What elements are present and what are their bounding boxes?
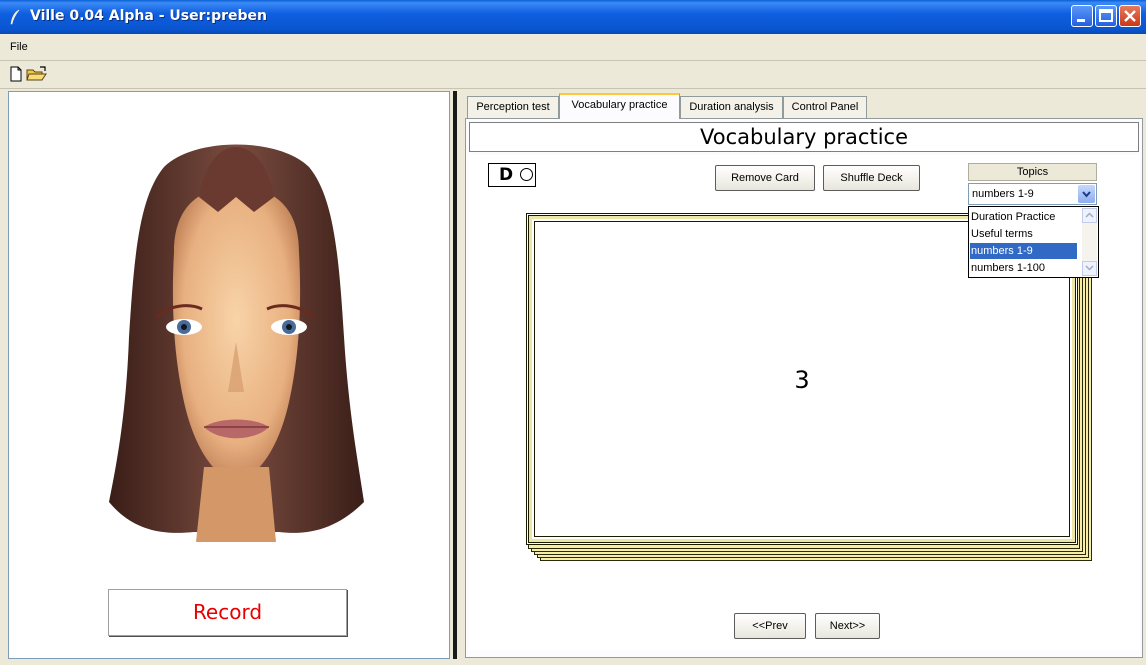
topics-list[interactable]: Duration Practice Useful terms numbers 1… [968,206,1099,278]
tab-vocabulary-practice[interactable]: Vocabulary practice [559,93,680,119]
minimize-icon [1077,19,1085,22]
topics-select[interactable]: numbers 1-9 [968,183,1097,205]
toolbar [0,62,1146,89]
topics-option-duration-practice[interactable]: Duration Practice [970,209,1077,225]
tab-duration-analysis[interactable]: Duration analysis [680,96,783,118]
circle-icon [520,168,533,181]
prev-button[interactable]: <<Prev [734,613,806,639]
topics-option-numbers-1-9[interactable]: numbers 1-9 [970,243,1077,259]
indicator-letter: D [499,165,514,185]
new-document-icon[interactable] [9,66,23,82]
close-button[interactable] [1119,5,1141,27]
record-button[interactable]: Record [108,589,347,636]
tab-control-panel[interactable]: Control Panel [783,96,867,118]
open-folder-icon[interactable] [26,66,48,82]
chevron-down-icon [1082,191,1091,198]
avatar-panel [8,91,450,659]
topics-selected-value: numbers 1-9 [972,188,1034,200]
next-button[interactable]: Next>> [815,613,880,639]
menu-bar: File [0,38,1146,61]
card-value: 3 [794,366,810,394]
topics-option-numbers-1-100[interactable]: numbers 1-100 [970,260,1077,276]
maximize-button[interactable] [1095,5,1117,27]
maximize-icon [1099,9,1113,22]
scroll-arrows-icon [1082,208,1097,276]
shuffle-deck-button[interactable]: Shuffle Deck [823,165,920,191]
window-title: Ville 0.04 Alpha - User:preben [30,8,268,24]
mode-indicator: D [488,163,536,187]
topics-option-useful-terms[interactable]: Useful terms [970,226,1077,242]
avatar-face [109,144,364,542]
minimize-button[interactable] [1071,5,1093,27]
topics-scrollbar[interactable] [1082,208,1097,276]
topics-label: Topics [968,163,1097,181]
topics-dropdown-button[interactable] [1078,185,1095,203]
remove-card-button[interactable]: Remove Card [715,165,815,191]
close-icon [1124,10,1136,22]
tab-perception-test[interactable]: Perception test [467,96,559,118]
page-title: Vocabulary practice [469,122,1139,152]
feather-app-icon [10,9,20,25]
menu-file[interactable]: File [10,41,28,53]
title-bar[interactable]: Ville 0.04 Alpha - User:preben [0,0,1146,34]
pane-splitter[interactable] [453,91,457,659]
